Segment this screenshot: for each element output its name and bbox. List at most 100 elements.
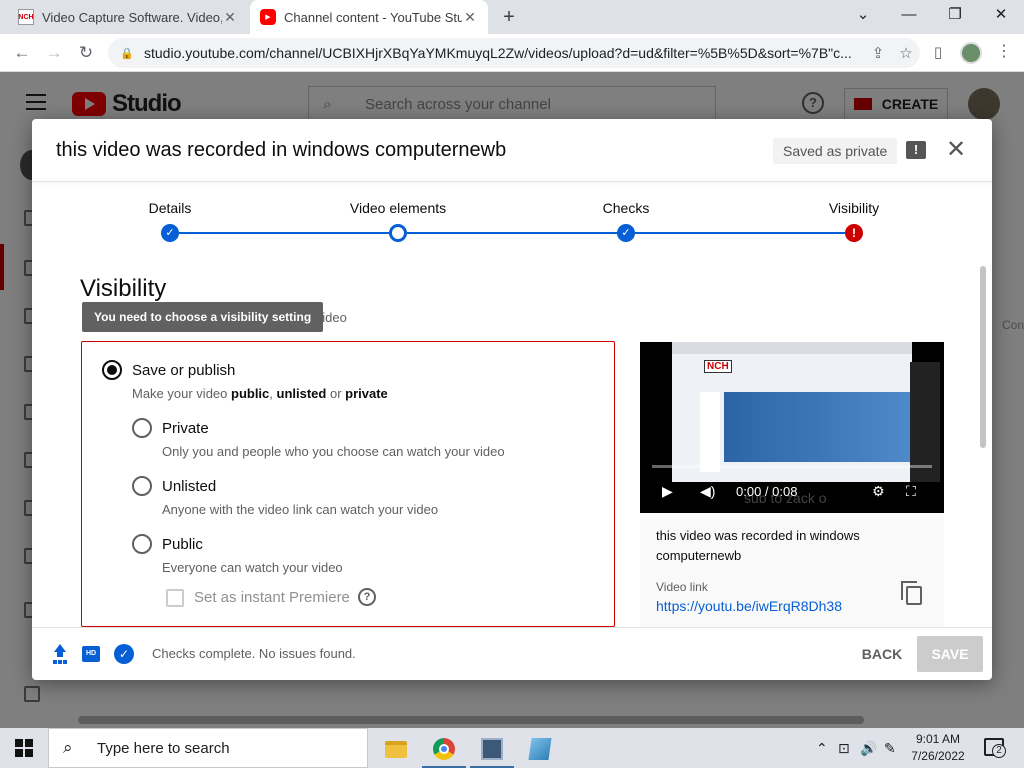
- fullscreen-icon[interactable]: ⛶: [906, 483, 916, 500]
- thumbnail-hero-banner: [724, 392, 910, 462]
- chrome-button[interactable]: [422, 732, 466, 768]
- step-details-check-icon[interactable]: ✓: [161, 224, 179, 242]
- restore-button[interactable]: ❐: [932, 0, 978, 32]
- window-close-button[interactable]: ✕: [978, 0, 1024, 32]
- browser-menu-icon[interactable]: ⋮: [996, 42, 1012, 62]
- volume-icon[interactable]: ◀): [700, 483, 715, 500]
- close-icon[interactable]: ✕: [944, 135, 968, 165]
- thumbnail-browser-bar: [672, 342, 912, 354]
- step-video-elements-dot[interactable]: [389, 224, 407, 242]
- feedback-icon[interactable]: !: [906, 141, 926, 159]
- thumbnail-nch-logo: NCH: [704, 360, 732, 373]
- reload-icon[interactable]: ↻: [74, 41, 98, 65]
- new-tab-button[interactable]: +: [498, 6, 520, 29]
- step-checks-check-icon[interactable]: ✓: [617, 224, 635, 242]
- upload-dialog: this video was recorded in windows compu…: [32, 119, 992, 680]
- search-icon: ⌕: [63, 738, 73, 757]
- url-text[interactable]: studio.youtube.com/channel/UCBIXHjrXBqYa…: [144, 45, 864, 61]
- public-option-title[interactable]: Public: [162, 536, 203, 553]
- visibility-options-box: Save or publish Make your video public, …: [81, 341, 615, 627]
- video-preview-card: NCH sub to zack o ▶ ◀) 0:00 / 0:08 ⚙ ⛶ t…: [640, 342, 944, 627]
- dialog-scrollbar[interactable]: [980, 266, 986, 448]
- minimize-button[interactable]: —: [886, 0, 932, 32]
- chrome-icon: [433, 738, 455, 760]
- instant-premiere-checkbox[interactable]: [166, 589, 184, 607]
- step-visibility-error-icon[interactable]: !: [845, 224, 863, 242]
- notification-count-badge: 2: [992, 744, 1006, 758]
- tab-close-icon[interactable]: ✕: [462, 9, 478, 26]
- tab-search-icon[interactable]: ⌄: [840, 0, 886, 32]
- video-app-button[interactable]: [470, 732, 514, 768]
- dialog-content: Visibility e your video You need to choo…: [32, 255, 992, 627]
- forward-arrow-icon[interactable]: →: [42, 41, 66, 65]
- video-thumbnail-frame: NCH: [672, 342, 940, 482]
- upload-status-icon[interactable]: [52, 644, 68, 662]
- tab-title: Video Capture Software. Video, V: [42, 9, 222, 25]
- nch-icon: NCH: [18, 9, 34, 25]
- youtube-icon: ▶: [260, 9, 276, 25]
- back-arrow-icon[interactable]: ←: [10, 41, 34, 65]
- profile-avatar[interactable]: [960, 42, 982, 64]
- windows-taskbar: ⌕ Type here to search ⌃ ⊡ 🔊 ✎ 9:01 AM 7/…: [0, 728, 1024, 768]
- pen-icon[interactable]: ✎: [884, 728, 896, 768]
- video-link-label: Video link: [656, 580, 708, 594]
- windows-logo-icon: [15, 739, 33, 757]
- video-link-url[interactable]: https://youtu.be/iwErqR8Dh38: [656, 598, 842, 614]
- unlisted-option-title[interactable]: Unlisted: [162, 478, 216, 495]
- step-details-label[interactable]: Details: [100, 200, 240, 216]
- hd-processing-icon[interactable]: HD: [82, 646, 100, 662]
- play-icon[interactable]: ▶: [662, 483, 673, 500]
- visibility-heading: Visibility: [80, 275, 167, 302]
- back-button[interactable]: BACK: [854, 640, 910, 668]
- folder-icon: [385, 740, 407, 758]
- clock-date: 7/26/2022: [911, 749, 965, 763]
- network-icon[interactable]: ⊡: [838, 728, 850, 768]
- dialog-footer: HD ✓ Checks complete. No issues found. B…: [32, 627, 992, 680]
- settings-gear-icon[interactable]: ⚙: [872, 483, 885, 500]
- video-progress-bar[interactable]: [652, 465, 932, 468]
- address-bar[interactable]: 🔒 studio.youtube.com/channel/UCBIXHjrXBq…: [108, 38, 920, 68]
- thumbnail-shade: [910, 362, 940, 482]
- file-explorer-button[interactable]: [374, 732, 418, 768]
- clock-time: 9:01 AM: [915, 732, 961, 746]
- document-icon: [528, 738, 552, 760]
- premiere-help-icon[interactable]: ?: [358, 588, 376, 606]
- tab-nch-video-capture[interactable]: NCH Video Capture Software. Video, V ✕: [8, 0, 248, 34]
- save-button[interactable]: SAVE: [917, 636, 983, 672]
- save-or-publish-title[interactable]: Save or publish: [132, 362, 235, 379]
- step-visibility-label[interactable]: Visibility: [784, 200, 924, 216]
- film-icon: [481, 738, 503, 760]
- private-option-description: Only you and people who you choose can w…: [162, 444, 505, 459]
- unlisted-radio[interactable]: [132, 476, 152, 496]
- copy-icon[interactable]: [901, 581, 922, 605]
- taskbar-clock[interactable]: 9:01 AM 7/26/2022: [900, 731, 976, 765]
- unlisted-option-description: Anyone with the video link can watch you…: [162, 502, 439, 517]
- public-option-description: Everyone can watch your video: [162, 560, 343, 575]
- private-radio[interactable]: [132, 418, 152, 438]
- tab-title: Channel content - YouTube Studi: [284, 9, 462, 25]
- share-icon[interactable]: ⇪: [864, 44, 892, 62]
- checks-complete-icon[interactable]: ✓: [114, 644, 134, 664]
- tray-overflow-icon[interactable]: ⌃: [816, 728, 828, 768]
- saved-status-badge: Saved as private: [773, 138, 898, 164]
- document-app-button[interactable]: [518, 732, 562, 768]
- start-button[interactable]: [0, 728, 48, 768]
- side-panel-icon[interactable]: ▯: [928, 43, 948, 63]
- browser-toolbar: ← → ↻ 🔒 studio.youtube.com/channel/UCBIX…: [0, 34, 1024, 72]
- taskbar-search-box[interactable]: ⌕ Type here to search: [48, 728, 368, 768]
- stepper-track: [170, 232, 854, 234]
- preview-video-title: this video was recorded in windows compu…: [656, 528, 860, 563]
- instant-premiere-label[interactable]: Set as instant Premiere: [194, 589, 350, 606]
- save-or-publish-radio[interactable]: [102, 360, 122, 380]
- tab-youtube-studio[interactable]: ▶ Channel content - YouTube Studi ✕: [250, 0, 488, 34]
- private-option-title[interactable]: Private: [162, 420, 209, 437]
- volume-tray-icon[interactable]: 🔊: [860, 728, 877, 768]
- step-video-elements-label[interactable]: Video elements: [328, 200, 468, 216]
- bookmark-star-icon[interactable]: ☆: [892, 44, 920, 62]
- step-checks-label[interactable]: Checks: [556, 200, 696, 216]
- public-radio[interactable]: [132, 534, 152, 554]
- save-or-publish-subtitle: Make your video public, unlisted or priv…: [132, 386, 388, 401]
- lock-icon[interactable]: 🔒: [120, 47, 134, 60]
- video-player[interactable]: NCH sub to zack o ▶ ◀) 0:00 / 0:08 ⚙ ⛶: [640, 342, 944, 513]
- tab-close-icon[interactable]: ✕: [222, 9, 238, 26]
